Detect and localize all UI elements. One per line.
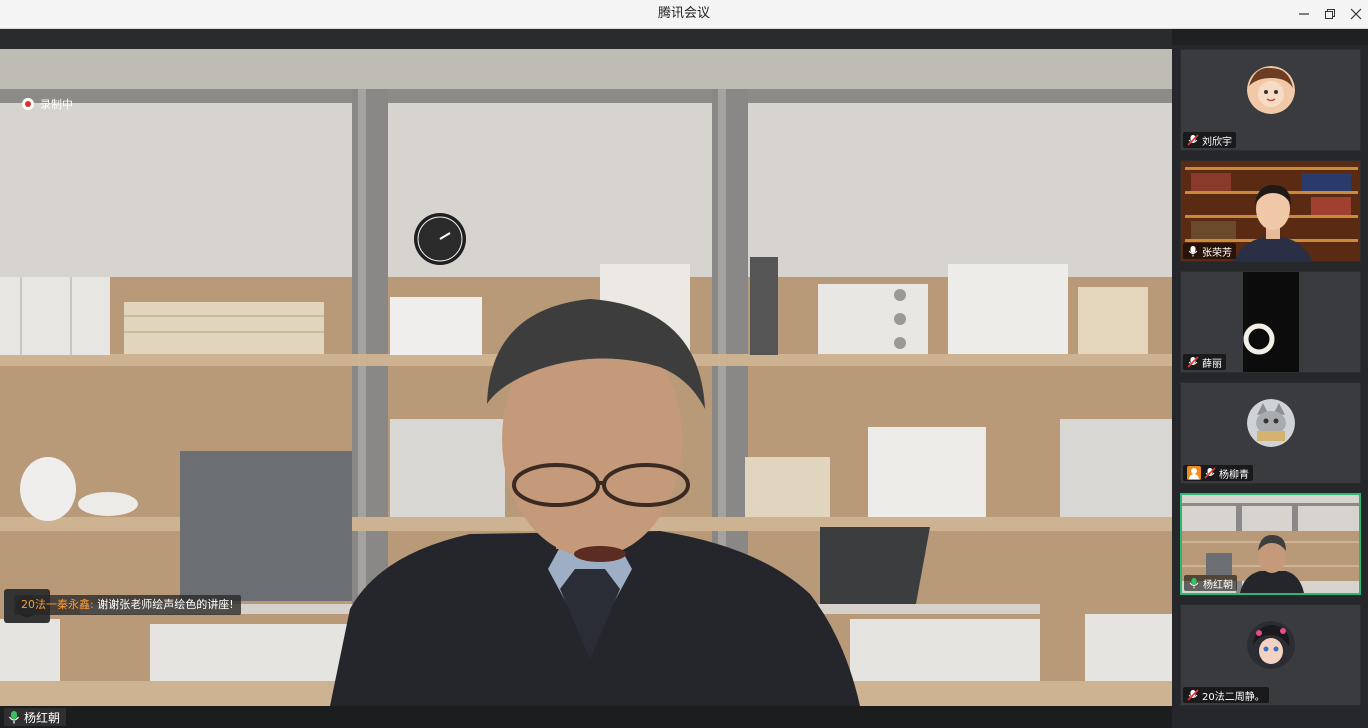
participant-tile[interactable]: 杨柳青 [1180,382,1361,484]
participant-name: 杨柳青 [1219,469,1249,481]
recording-label: 录制中 [40,98,73,111]
participant-tile[interactable]: 张荣芳 [1180,160,1361,262]
participant-sidebar: 刘欣宇 张荣芳 薛丽 杨柳青 杨红朝 20法二周静。 [1172,29,1368,728]
record-icon [22,98,34,110]
participant-tile[interactable]: 薛丽 [1180,271,1361,373]
participant-name: 杨红朝 [1203,579,1233,591]
mic-muted-icon [1187,134,1199,146]
participant-nametag: 薛丽 [1183,354,1226,370]
close-icon [1350,8,1362,20]
girl-avatar [1246,66,1295,114]
participant-nametag: 杨红朝 [1184,575,1237,591]
title-bar: 腾讯会议 [0,0,1368,29]
recording-indicator[interactable]: 录制中 [18,93,77,115]
sidebar-header [1172,29,1368,45]
participant-name: 20法二周静。 [1202,691,1265,703]
minimize-icon [1299,13,1309,15]
status-bar: 杨红朝 [0,706,1172,728]
participant-tile[interactable]: 20法二周静。 [1180,604,1361,706]
mic-on-icon [1189,578,1199,589]
participant-name: 刘欣宇 [1202,136,1232,148]
mic-on-icon [1188,246,1198,257]
mic-muted-icon [1187,689,1199,701]
active-speaker-tag: 杨红朝 [4,708,67,726]
participant-name: 薛丽 [1202,358,1222,370]
chat-message: 谢谢张老师绘声绘色的讲座! [97,598,234,611]
cartoon-avatar [1246,621,1295,669]
chat-notification[interactable]: 20法一秦永鑫: 谢谢张老师绘声绘色的讲座! [14,595,241,615]
window-title: 腾讯会议 [657,6,710,21]
chat-sender: 20法一秦永鑫: [21,598,94,611]
participant-tile[interactable]: 刘欣宇 [1180,49,1361,151]
minimize-button[interactable] [1290,0,1318,28]
cat-avatar [1246,399,1295,447]
restore-button[interactable] [1316,0,1344,28]
active-speaker-name: 杨红朝 [24,710,61,725]
main-video-feed[interactable]: 录制中 20法一秦永鑫: 谢谢张老师绘声绘色的讲座! [0,29,1172,706]
participant-tile-speaking[interactable]: 杨红朝 [1180,493,1361,595]
participant-nametag: 杨柳青 [1183,465,1253,481]
participant-name: 张荣芳 [1202,247,1232,259]
host-icon [1187,466,1201,480]
close-button[interactable] [1342,0,1368,28]
mic-muted-icon [1187,356,1199,368]
participant-nametag: 张荣芳 [1183,243,1236,259]
mic-muted-icon [1204,467,1216,479]
mic-on-icon [9,711,19,724]
restore-icon [1325,9,1335,19]
participant-nametag: 20法二周静。 [1183,687,1269,703]
participant-nametag: 刘欣宇 [1183,132,1236,148]
